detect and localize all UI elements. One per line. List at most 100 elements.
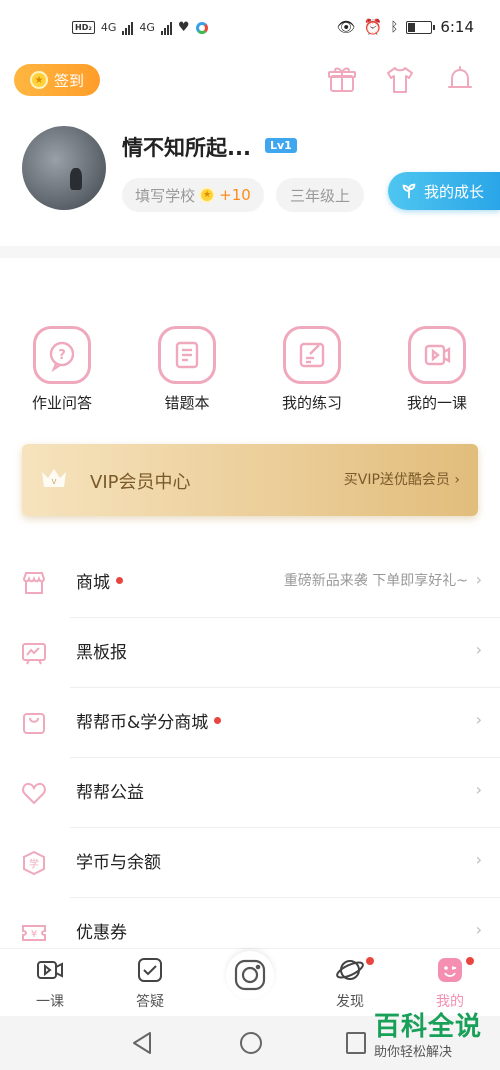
svg-text:学: 学 — [29, 858, 39, 871]
store-icon — [20, 569, 48, 597]
face-icon — [438, 958, 462, 982]
tab-answer[interactable]: 答疑 — [110, 955, 190, 1011]
menu-item-label: 帮帮币&学分商城 — [76, 708, 222, 733]
level-badge: Lv1 — [265, 138, 297, 153]
username[interactable]: 情不知所起... — [122, 132, 251, 162]
menu-item-note: 重磅新品来袭 下单即享好礼~ — [283, 573, 468, 589]
menu-item-coin-mall[interactable]: 帮帮币&学分商城 › — [0, 688, 500, 758]
shortcut-homework-qa[interactable]: ? 作业问答 — [17, 326, 107, 413]
vip-promo-label: 买VIP送优酷会员 — [343, 472, 450, 488]
shortcut-label: 错题本 — [164, 394, 210, 412]
watermark-subtitle: 助你轻松解决 — [374, 1045, 453, 1060]
avatar[interactable] — [22, 126, 106, 210]
menu-item-charity[interactable]: 帮帮公益 › — [0, 758, 500, 828]
camera-search-button[interactable] — [216, 951, 284, 1011]
shortcut-section: ? 作业问答 错题本 我的练习 我的一课 V VIP会员中心 买VIP送优酷会员… — [0, 258, 500, 548]
tshirt-icon[interactable] — [384, 64, 416, 96]
chevron-right-icon: › — [475, 570, 482, 589]
menu-item-balance[interactable]: 学 学币与余额 › — [0, 828, 500, 898]
school-bonus: +10 — [219, 186, 251, 204]
edit-note-icon — [283, 326, 341, 384]
shortcut-mistake-book[interactable]: 错题本 — [142, 326, 232, 413]
eye-icon: 👁 — [336, 18, 356, 36]
tab-lesson[interactable]: 一课 — [10, 955, 90, 1011]
camera-ring — [226, 951, 274, 999]
chevron-right-icon: › — [475, 710, 482, 729]
notebook-icon — [158, 326, 216, 384]
blackboard-icon — [20, 639, 48, 667]
gift-icon[interactable] — [326, 64, 358, 96]
bell-icon[interactable] — [444, 64, 476, 96]
heart-rate-icon: ♥ — [177, 20, 190, 35]
bag-icon — [20, 709, 48, 737]
vip-title: VIP会员中心 — [90, 472, 191, 493]
alarm-icon: ⏰ — [363, 18, 383, 36]
hd-indicator: HD₂ — [72, 21, 95, 34]
star-coin-icon: ★ — [199, 187, 216, 203]
bluetooth-icon: ᛒ — [390, 19, 399, 35]
shortcut-my-practice[interactable]: 我的练习 — [267, 326, 357, 413]
status-bar: HD₂ 4G 4G ♥ 👁 ⏰ ᛒ 6:14 — [0, 0, 500, 58]
chevron-right-icon: › — [475, 780, 482, 799]
profile-header: ★ 签到 情不知所起... Lv1 填写学校 ★ +10 三年级上 我的成长 — [0, 58, 500, 246]
grade-chip-label: 三年级上 — [289, 186, 350, 205]
red-dot-badge — [366, 957, 374, 965]
menu-item-label: 商城 — [76, 568, 123, 593]
chevron-right-icon: › — [454, 472, 460, 488]
chevron-right-icon: › — [475, 850, 482, 869]
shortcut-label: 作业问答 — [31, 394, 92, 412]
vip-center-banner[interactable]: V VIP会员中心 买VIP送优酷会员 › — [22, 444, 478, 516]
signal-icon-2 — [160, 21, 172, 35]
menu-item-blackboard[interactable]: 黑板报 › — [0, 618, 500, 688]
check-box-icon — [138, 958, 162, 982]
red-dot-badge — [214, 716, 222, 724]
shortcut-my-lesson[interactable]: 我的一课 — [392, 326, 482, 413]
camera-icon — [234, 959, 266, 991]
crown-icon: V — [42, 469, 66, 487]
my-growth-label: 我的成长 — [424, 182, 485, 201]
watermark-logo: 百科全说 助你轻松解决 — [374, 1006, 494, 1066]
red-dot-badge — [466, 957, 474, 965]
recents-nav-icon[interactable] — [344, 1030, 368, 1056]
star-coin-icon: ★ — [29, 71, 48, 89]
heart-icon — [20, 779, 48, 807]
chevron-right-icon: › — [475, 920, 482, 939]
svg-text:?: ? — [58, 348, 66, 363]
planet-icon — [336, 960, 364, 980]
back-nav-icon[interactable] — [130, 1030, 154, 1056]
status-left: HD₂ 4G 4G ♥ — [72, 20, 208, 35]
watermark-title: 百科全说 — [374, 1012, 483, 1042]
menu-item-label: 帮帮公益 — [76, 783, 144, 803]
svg-text:V: V — [52, 478, 57, 486]
menu-item-label: 黑板报 — [76, 643, 127, 663]
checkin-label: 签到 — [53, 71, 84, 90]
coin-shield-icon: 学 — [20, 849, 48, 877]
signal-icon — [122, 21, 134, 35]
tab-discover[interactable]: 发现 — [310, 955, 390, 1011]
shortcut-label: 我的练习 — [281, 394, 342, 412]
tab-label: 一课 — [36, 994, 64, 1010]
shortcut-label: 我的一课 — [406, 394, 467, 412]
my-growth-button[interactable]: 我的成长 — [388, 172, 500, 210]
clock: 6:14 — [440, 18, 474, 36]
menu-list: 商城 重磅新品来袭 下单即享好礼~ › 黑板报 › 帮帮币&学分商城 › 帮帮公… — [0, 548, 500, 948]
checkin-button[interactable]: ★ 签到 — [14, 64, 100, 96]
sprout-icon — [402, 183, 416, 199]
school-chip[interactable]: 填写学校 ★ +10 — [122, 178, 264, 212]
tab-mine[interactable]: 我的 — [410, 955, 490, 1011]
network-4g-label: 4G — [100, 21, 117, 34]
red-dot-badge — [116, 576, 123, 584]
grade-chip[interactable]: 三年级上 — [276, 178, 364, 212]
svg-text:¥: ¥ — [31, 929, 37, 940]
tab-label: 答疑 — [136, 994, 164, 1010]
status-right: 👁 ⏰ ᛒ 6:14 — [337, 18, 474, 36]
question-bubble-icon: ? — [33, 326, 91, 384]
home-nav-icon[interactable] — [238, 1030, 264, 1056]
chevron-right-icon: › — [475, 640, 482, 659]
network-4g-label-2: 4G — [139, 21, 155, 34]
menu-item-store[interactable]: 商城 重磅新品来袭 下单即享好礼~ › — [0, 548, 500, 618]
app-status-icon — [195, 21, 208, 34]
battery-icon — [406, 20, 436, 34]
menu-item-label: 学币与余额 — [76, 853, 161, 873]
vip-promo-link[interactable]: 买VIP送优酷会员 › — [344, 469, 460, 489]
